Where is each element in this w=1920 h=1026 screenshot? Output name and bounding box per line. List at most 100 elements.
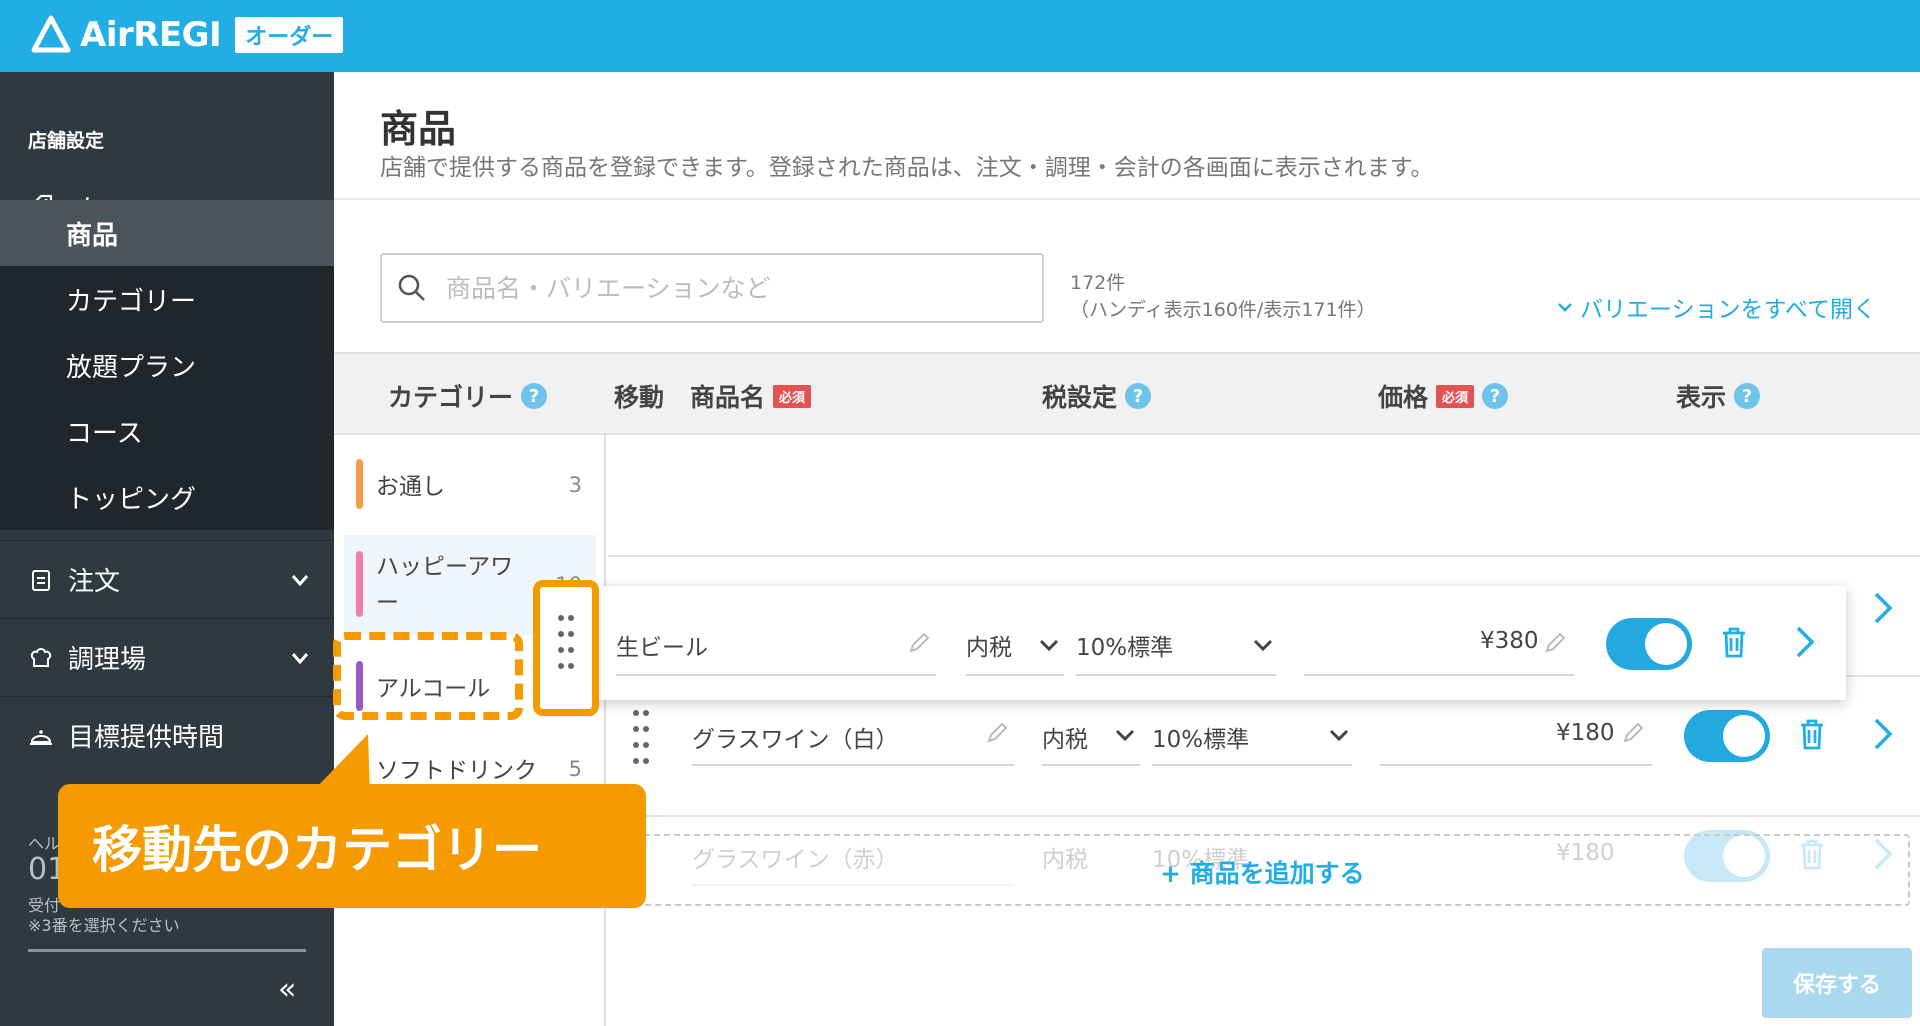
dragged-row: 生ビール 内税 10%標準 ¥380 (594, 586, 1846, 700)
sidebar-group-kitchen[interactable]: 調理場 (0, 618, 334, 696)
sidebar-section-title: 店舗設定 (28, 130, 105, 152)
drag-handle-icon[interactable] (630, 707, 652, 773)
sidebar-item-label: 商品 (66, 220, 119, 251)
category-name: ソフトドリンク (376, 758, 537, 784)
tax-rate-select[interactable]: 10%標準 (1076, 628, 1173, 662)
help-icon[interactable]: ? (521, 383, 548, 409)
chevron-down-icon (1253, 639, 1273, 652)
field-underline (1042, 764, 1140, 766)
column-header-name: 商品名 必須 (690, 378, 812, 414)
sidebar-group-target-time[interactable]: 目標提供時間 (0, 696, 334, 774)
search-box[interactable] (380, 253, 1044, 323)
help-title: ヘル (28, 834, 61, 853)
column-header-label: 価格 (1378, 383, 1429, 412)
help-icon[interactable]: ? (1734, 383, 1761, 409)
search-input[interactable] (446, 273, 1026, 303)
column-header-move: 移動 (614, 378, 664, 414)
category-count: 3 (568, 473, 582, 497)
trash-icon[interactable] (1718, 624, 1750, 660)
field-underline (1076, 674, 1276, 676)
row-divider (608, 815, 1920, 817)
logo-text: AirREGI (80, 15, 222, 55)
sidebar-group-label: 注文 (68, 567, 121, 597)
tax-type-select[interactable]: 内税 (966, 628, 1012, 662)
field-underline (966, 674, 1064, 676)
column-header-label: 税設定 (1042, 383, 1118, 412)
tax-rate-select[interactable]: 10%標準 (1152, 720, 1249, 754)
sidebar-item-label: カテゴリー (66, 286, 197, 317)
trash-icon[interactable] (1796, 716, 1828, 752)
sidebar-group-orders[interactable]: 注文 (0, 540, 334, 618)
help-icon[interactable]: ? (1125, 383, 1152, 409)
price-field[interactable]: ¥180 (1556, 720, 1615, 746)
column-header-label: 商品名 (690, 383, 766, 412)
column-header-display: 表示 ? (1676, 378, 1761, 414)
category-color-bar (356, 459, 363, 509)
help-note: ※3番を選択ください (28, 916, 180, 935)
field-underline (1380, 764, 1652, 766)
target-category-highlight (333, 632, 523, 720)
field-underline (692, 764, 1014, 766)
chevron-down-icon (291, 653, 309, 665)
chevron-down-icon (1329, 729, 1349, 742)
logo: AirREGI オーダー (30, 14, 344, 56)
category-count: 5 (568, 757, 582, 781)
pencil-icon (1545, 632, 1566, 653)
collapse-sidebar-button[interactable]: « (278, 972, 296, 1007)
sidebar-group-label: 目標提供時間 (68, 723, 225, 753)
price-field[interactable]: ¥380 (1480, 628, 1539, 654)
chevron-down-icon (291, 575, 309, 587)
pencil-icon (987, 722, 1008, 743)
category-name: ハッピーアワー (376, 554, 514, 616)
sidebar-divider (28, 949, 306, 952)
cloche-icon (30, 729, 52, 745)
sidebar-item-all-you-can-plans[interactable]: 放題プラン (0, 332, 334, 398)
product-count-detail: （ハンディ表示160件/表示171件） (1070, 299, 1376, 321)
row-divider (608, 555, 1920, 557)
chevron-down-icon (1115, 729, 1135, 742)
logo-badge: オーダー (235, 17, 344, 53)
top-bar: AirREGI オーダー (0, 0, 1920, 72)
sidebar-item-label: コース (66, 418, 143, 449)
drag-handle-icon[interactable] (555, 612, 577, 678)
column-header-label: 表示 (1676, 383, 1727, 412)
clipboard-icon (32, 569, 50, 591)
sidebar-item-label: 放題プラン (66, 352, 197, 383)
sidebar-item-products[interactable]: 商品 (0, 200, 334, 266)
help-icon[interactable]: ? (1482, 383, 1509, 409)
expand-all-variations-link[interactable]: バリエーションをすべて開く (1556, 290, 1876, 324)
table-header: カテゴリー ? 移動 商品名 必須 税設定 ? 価格 必須 ? 表示 ? (334, 352, 1920, 435)
category-color-bar (356, 551, 363, 617)
expand-all-label: バリエーションをすべて開く (1580, 297, 1877, 323)
field-underline (1304, 674, 1574, 676)
sidebar-group-label: 調理場 (68, 645, 147, 675)
product-name-field[interactable]: 生ビール (616, 628, 708, 662)
column-header-label: カテゴリー (388, 383, 514, 412)
product-name-field[interactable]: グラスワイン（白） (692, 720, 899, 754)
chevron-right-icon[interactable] (1870, 590, 1896, 626)
chevron-down-icon (1039, 639, 1059, 652)
sidebar-item-courses[interactable]: コース (0, 398, 334, 464)
sidebar-item-categories[interactable]: カテゴリー (0, 266, 334, 332)
pencil-icon (1623, 722, 1644, 743)
category-list: お通し 3 ハッピーアワー 10 アルコール ソフトドリンク 5 (334, 435, 606, 1026)
display-toggle[interactable] (1684, 710, 1770, 762)
category-item[interactable]: お通し 3 (344, 441, 596, 527)
column-header-category: カテゴリー ? (388, 378, 548, 414)
sidebar-item-toppings[interactable]: トッピング (0, 464, 334, 530)
pencil-icon (909, 632, 930, 653)
sidebar-item-label: トッピング (66, 484, 197, 515)
display-toggle[interactable] (1606, 618, 1692, 670)
required-badge: 必須 (773, 384, 812, 408)
column-header-price: 価格 必須 ? (1378, 378, 1509, 414)
chef-hat-icon (30, 647, 52, 667)
field-underline (616, 674, 936, 676)
tax-type-select[interactable]: 内税 (1042, 720, 1088, 754)
required-badge: 必須 (1436, 384, 1475, 408)
page-title: 商品 (380, 107, 457, 151)
chevron-right-icon[interactable] (1792, 624, 1818, 660)
save-button[interactable]: 保存する (1762, 948, 1912, 1018)
product-count: 172件 (1070, 272, 1126, 294)
chevron-right-icon[interactable] (1870, 716, 1896, 752)
add-product-button[interactable]: + 商品を追加する (1160, 854, 1365, 890)
